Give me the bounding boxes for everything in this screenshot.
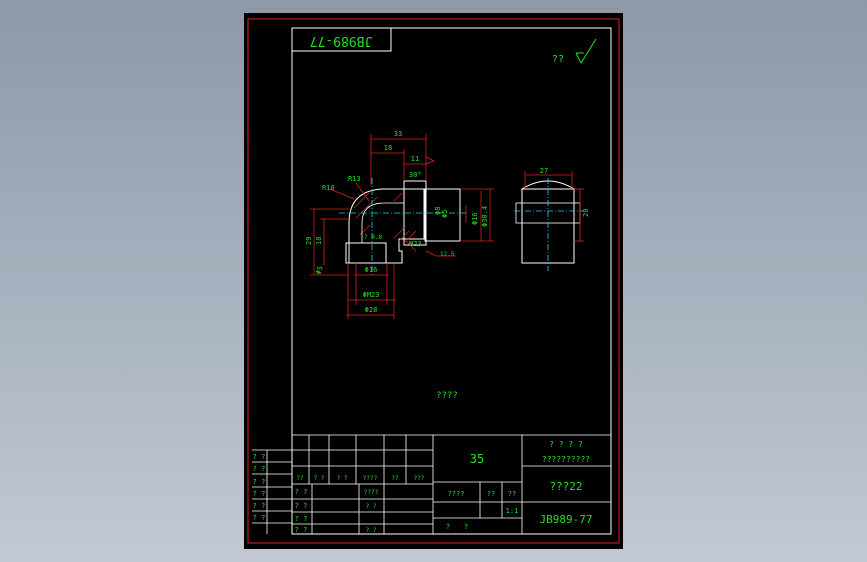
sign-row-2: ? ? xyxy=(295,515,308,523)
left-col-3: ? ? xyxy=(253,490,266,498)
dim-bottom-phi28: Φ28 xyxy=(365,306,378,314)
dim-phi16: Φ16 xyxy=(471,212,479,225)
rev-label-1: ? ? xyxy=(314,475,325,482)
drawing-number-text: JB989-77 xyxy=(310,33,373,48)
title-col-a: ?? xyxy=(487,490,495,498)
cad-drawing: JB989-77 ?? 33 18 11 R10 R13 30° Φ8 Φ5 Φ… xyxy=(247,18,620,544)
dim-r13: R13 xyxy=(348,175,361,183)
rev-label-0: ?? xyxy=(296,475,304,482)
roughness-note: ?? xyxy=(552,54,564,65)
title-head-label: ? ? ? ? xyxy=(549,440,583,449)
dim-angle: 30° xyxy=(409,171,422,179)
sign-row-3: ? ? xyxy=(295,526,308,534)
side-view: 27 20 xyxy=(514,167,590,271)
title-scale-label: ???? xyxy=(448,490,465,498)
rev-label-2: ? ? xyxy=(337,475,348,482)
dim-left-phi5: Φ5 xyxy=(314,265,324,276)
top-dimension-lines xyxy=(370,134,435,185)
title-quantity: 35 xyxy=(470,452,484,466)
dim-note: ? 0.8 xyxy=(364,234,382,241)
dim-bottom-m23: ΦM23 xyxy=(363,291,380,299)
left-col-5: ? ? xyxy=(253,514,266,522)
outer-frame xyxy=(247,18,620,544)
dim-thread: M23 xyxy=(409,240,422,248)
left-col-0: ? ? xyxy=(253,453,266,461)
left-col-2: ? ? xyxy=(253,478,266,486)
drawing-sheet: JB989-77 ?? 33 18 11 R10 R13 30° Φ8 Φ5 Φ… xyxy=(244,13,623,549)
dim-r10: R10 xyxy=(322,184,335,192)
sign-mid-1: ? ? xyxy=(366,503,377,510)
title-col-b: ?? xyxy=(508,490,516,498)
dim-top-small: 11 xyxy=(411,155,419,163)
dim-phi5: Φ5 xyxy=(441,210,449,218)
dim-side-height: 20 xyxy=(582,209,590,217)
title-scale: 1:1 xyxy=(506,507,519,515)
dim-top-overall: 33 xyxy=(394,130,402,138)
rev-label-4: ?? xyxy=(391,475,399,482)
title-drawing-code: JB989-77 xyxy=(540,513,593,526)
bottom-port xyxy=(345,242,387,264)
sign-mid-2: ? ? xyxy=(366,527,377,534)
title-sheet-b: ? xyxy=(464,523,468,531)
dim-left-18: 18 xyxy=(315,237,323,245)
sign-mid-0: ???? xyxy=(364,489,379,496)
roughness-symbol-icon xyxy=(575,38,597,65)
left-col-4: ? ? xyxy=(253,502,266,510)
dim-tolerance: 12.5 xyxy=(440,251,455,258)
front-view: 33 18 11 R10 R13 30° Φ8 Φ5 Φ16 Φ30.4 29 xyxy=(305,130,494,319)
rev-label-3: ???? xyxy=(363,475,378,482)
dim-phi30: Φ30.4 xyxy=(481,206,489,227)
sign-row-0: ? ? xyxy=(295,488,308,496)
title-sub-label: ?????????? xyxy=(542,455,590,464)
title-sheet-a: ? xyxy=(446,523,450,531)
dim-bottom-phi16: Φ16 xyxy=(365,266,378,274)
rev-label-5: ??? xyxy=(414,475,425,482)
dim-left-29: 29 xyxy=(305,237,313,245)
title-block: 35 ? ? ? ? ?????????? ???22 JB989-77 ???… xyxy=(252,434,611,534)
sign-row-1: ? ? xyxy=(295,502,308,510)
left-col-1: ? ? xyxy=(253,465,266,473)
dim-side-width: 27 xyxy=(540,167,548,175)
center-note: ???? xyxy=(436,391,458,401)
title-part-name: ???22 xyxy=(549,480,582,493)
dim-top-inner: 18 xyxy=(384,144,392,152)
